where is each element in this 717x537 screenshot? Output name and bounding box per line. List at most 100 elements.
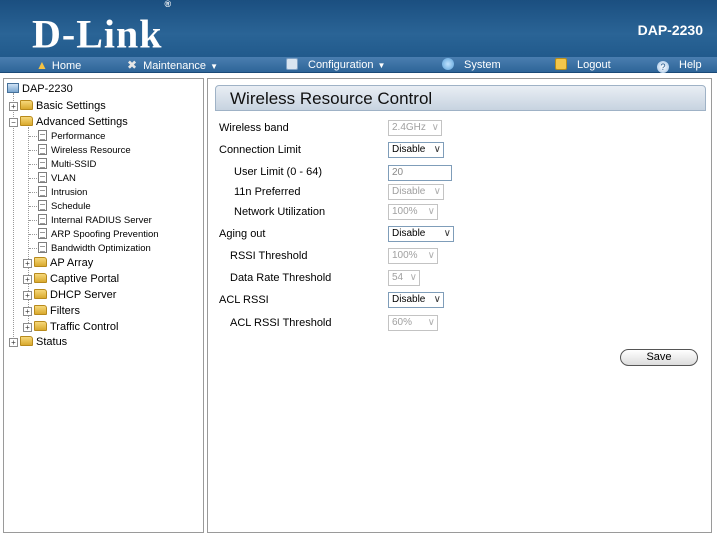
chevron-down-icon: ∨ xyxy=(427,250,435,261)
network-utilization-label: Network Utilization xyxy=(234,206,326,218)
acl-rssi-value: Disable xyxy=(392,294,426,305)
chevron-down-icon: ▼ xyxy=(210,62,218,71)
collapse-icon[interactable]: − xyxy=(9,118,18,127)
wireless-band-select[interactable]: 2.4GHz ∨ xyxy=(388,120,442,136)
page-icon xyxy=(38,144,47,155)
connection-limit-select[interactable]: Disable ∨ xyxy=(388,142,444,158)
tree-folder-label: DHCP Server xyxy=(50,289,117,301)
acl-rssi-label: ACL RSSI xyxy=(219,294,269,306)
tree-item-radius-server[interactable]: Internal RADIUS Server xyxy=(29,214,152,226)
network-utilization-select[interactable]: 100% ∨ xyxy=(388,204,438,220)
n11-preferred-label: 11n Preferred xyxy=(234,186,301,198)
tree-folder-dhcp-server[interactable]: + DHCP Server xyxy=(23,289,116,301)
tree-item-label: Multi-SSID xyxy=(51,159,97,170)
tree-folder-ap-array[interactable]: + AP Array xyxy=(23,257,93,269)
system-icon xyxy=(442,58,454,70)
chevron-down-icon: ∨ xyxy=(409,272,417,283)
chevron-down-icon: ∨ xyxy=(431,122,439,133)
brand-name: D-Link xyxy=(32,11,163,57)
expand-icon[interactable]: + xyxy=(9,102,18,111)
expand-icon[interactable]: + xyxy=(23,307,32,316)
data-rate-threshold-select[interactable]: 54 ∨ xyxy=(388,270,420,286)
folder-open-icon xyxy=(20,116,33,126)
home-icon: ▲ xyxy=(36,58,48,72)
save-button[interactable]: Save xyxy=(620,349,698,366)
menu-configuration[interactable]: Configuration ▼ xyxy=(286,57,385,73)
menu-help[interactable]: ? Help xyxy=(657,57,702,73)
tree-item-wireless-resource[interactable]: Wireless Resource xyxy=(29,144,131,156)
tree-item-label: Wireless Resource xyxy=(51,145,131,156)
expand-icon[interactable]: + xyxy=(23,323,32,332)
n11-preferred-select[interactable]: Disable ∨ xyxy=(388,184,444,200)
tree-item-vlan[interactable]: VLAN xyxy=(29,172,76,184)
tree-item-bandwidth[interactable]: Bandwidth Optimization xyxy=(29,242,151,254)
content-panel: Wireless Resource Control Wireless band … xyxy=(207,78,712,533)
tree-root[interactable]: DAP-2230 xyxy=(7,83,73,95)
tree-connector xyxy=(13,93,14,343)
rssi-threshold-label: RSSI Threshold xyxy=(230,250,308,262)
tree-advanced-settings[interactable]: − Advanced Settings xyxy=(9,116,128,128)
folder-icon xyxy=(34,289,47,299)
page-icon xyxy=(38,130,47,141)
expand-icon[interactable]: + xyxy=(23,259,32,268)
tree-item-arp-spoofing[interactable]: ARP Spoofing Prevention xyxy=(29,228,159,240)
tree-folder-captive-portal[interactable]: + Captive Portal xyxy=(23,273,119,285)
menu-maintenance[interactable]: ✖ Maintenance ▼ xyxy=(127,57,218,73)
registered-mark: ® xyxy=(164,0,173,9)
tree-connector xyxy=(29,234,37,235)
aging-out-value: Disable xyxy=(392,228,426,239)
tree-folder-traffic-control[interactable]: + Traffic Control xyxy=(23,321,118,333)
rssi-threshold-select[interactable]: 100% ∨ xyxy=(388,248,438,264)
connection-limit-value: Disable xyxy=(392,144,426,155)
tree-folder-label: Traffic Control xyxy=(50,321,119,333)
menu-logout[interactable]: Logout xyxy=(555,57,611,73)
chevron-down-icon: ∨ xyxy=(443,228,451,239)
expand-icon[interactable]: + xyxy=(9,338,18,347)
page-title: Wireless Resource Control xyxy=(215,85,706,111)
tree-item-label: Bandwidth Optimization xyxy=(51,243,151,254)
menu-home[interactable]: ▲ Home xyxy=(36,57,81,73)
tree-connector xyxy=(29,248,37,249)
wireless-band-value: 2.4GHz xyxy=(392,122,426,133)
folder-icon xyxy=(34,273,47,283)
connection-limit-label: Connection Limit xyxy=(219,144,301,156)
tree-basic-settings-label: Basic Settings xyxy=(36,100,106,112)
expand-icon[interactable]: + xyxy=(23,291,32,300)
tree-folder-label: AP Array xyxy=(50,257,94,269)
tree-connector xyxy=(29,178,37,179)
wireless-band-label: Wireless band xyxy=(219,122,289,134)
acl-rssi-threshold-select[interactable]: 60% ∨ xyxy=(388,315,438,331)
chevron-down-icon: ∨ xyxy=(433,186,441,197)
menu-configuration-label: Configuration xyxy=(308,59,374,71)
page-icon xyxy=(38,200,47,211)
menu-help-label: Help xyxy=(679,59,702,71)
tree-connector xyxy=(29,192,37,193)
network-utilization-value: 100% xyxy=(392,206,418,217)
menu-system[interactable]: System xyxy=(442,57,501,73)
header-banner: D-Link® DAP-2230 xyxy=(0,0,717,57)
page-icon xyxy=(38,172,47,183)
expand-icon[interactable]: + xyxy=(23,275,32,284)
tree-connector xyxy=(29,136,37,137)
rssi-threshold-value: 100% xyxy=(392,250,418,261)
tree-basic-settings[interactable]: + Basic Settings xyxy=(9,100,106,112)
tree-item-performance[interactable]: Performance xyxy=(29,130,106,142)
tree-item-intrusion[interactable]: Intrusion xyxy=(29,186,87,198)
menu-maintenance-label: Maintenance xyxy=(143,60,207,72)
tree-item-label: Performance xyxy=(51,131,106,142)
tree-item-multi-ssid[interactable]: Multi-SSID xyxy=(29,158,97,170)
tree-status[interactable]: + Status xyxy=(9,336,67,348)
aging-out-select[interactable]: Disable ∨ xyxy=(388,226,454,242)
user-limit-input[interactable]: 20 xyxy=(388,165,452,181)
logout-icon xyxy=(555,58,567,70)
tree-item-schedule[interactable]: Schedule xyxy=(29,200,91,212)
tree-folder-filters[interactable]: + Filters xyxy=(23,305,80,317)
tree-folder-label: Filters xyxy=(50,305,80,317)
acl-rssi-threshold-value: 60% xyxy=(392,317,413,328)
n11-preferred-value: Disable xyxy=(392,186,426,197)
acl-rssi-select[interactable]: Disable ∨ xyxy=(388,292,444,308)
menu-system-label: System xyxy=(464,59,501,71)
folder-icon xyxy=(20,336,33,346)
chevron-down-icon: ∨ xyxy=(427,206,435,217)
folder-icon xyxy=(34,257,47,267)
